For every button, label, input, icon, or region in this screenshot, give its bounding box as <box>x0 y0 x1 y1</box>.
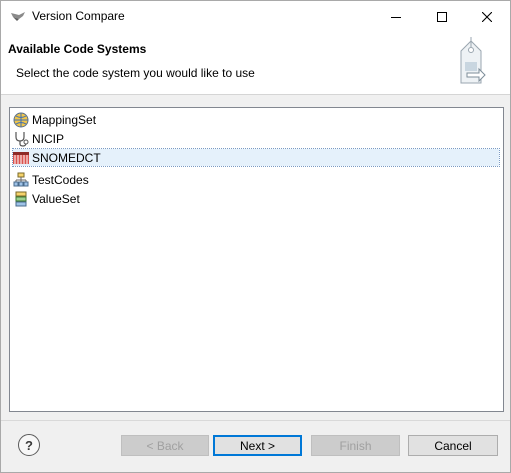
back-button-label: < Back <box>146 438 184 453</box>
help-icon: ? <box>25 437 33 453</box>
list-item-label: NICIP <box>32 131 65 146</box>
list-item-label: MappingSet <box>32 112 97 127</box>
title-bar[interactable]: Version Compare <box>1 1 510 32</box>
back-button[interactable]: < Back <box>121 435 209 456</box>
list-item-selected[interactable]: SNOMEDCT <box>12 148 500 167</box>
minimize-button[interactable] <box>373 1 419 32</box>
list-item[interactable]: MappingSet <box>13 111 96 128</box>
wizard-tag-icon <box>460 37 486 84</box>
next-button[interactable]: Next > <box>213 435 302 456</box>
dialog-window: Version Compare Available Code Systems S… <box>0 0 511 473</box>
list-item[interactable]: ValueSet <box>13 190 80 207</box>
list-item[interactable]: NICIP <box>13 130 64 147</box>
list-item[interactable]: TestCodes <box>13 171 89 188</box>
finish-button[interactable]: Finish <box>311 435 400 456</box>
cancel-button[interactable]: Cancel <box>408 435 498 456</box>
cancel-button-label: Cancel <box>434 438 472 453</box>
finish-button-label: Finish <box>339 438 372 453</box>
code-system-list[interactable]: MappingSet NICIP SNOMEDCT TestCodes Valu… <box>9 107 504 412</box>
snomed-icon <box>13 151 29 164</box>
hierarchy-icon <box>13 172 29 186</box>
list-item-label: TestCodes <box>32 172 89 187</box>
maximize-icon <box>437 11 447 22</box>
page-title: Available Code Systems <box>8 42 147 56</box>
page-description: Select the code system you would like to… <box>16 66 255 80</box>
stethoscope-icon <box>15 131 29 147</box>
globe-icon <box>13 112 29 127</box>
wizard-banner: Available Code Systems Select the code s… <box>1 32 510 95</box>
stack-icon <box>15 191 27 206</box>
close-icon <box>482 11 492 22</box>
maximize-button[interactable] <box>419 1 465 32</box>
list-item-label: SNOMEDCT <box>32 150 101 165</box>
minimize-icon <box>391 16 401 18</box>
footer-separator <box>1 420 510 421</box>
window-title: Version Compare <box>32 9 125 23</box>
app-icon <box>11 12 25 21</box>
list-item-label: ValueSet <box>32 191 80 206</box>
close-button[interactable] <box>464 1 510 32</box>
next-button-label: Next > <box>239 438 275 453</box>
help-button[interactable]: ? <box>18 434 40 456</box>
